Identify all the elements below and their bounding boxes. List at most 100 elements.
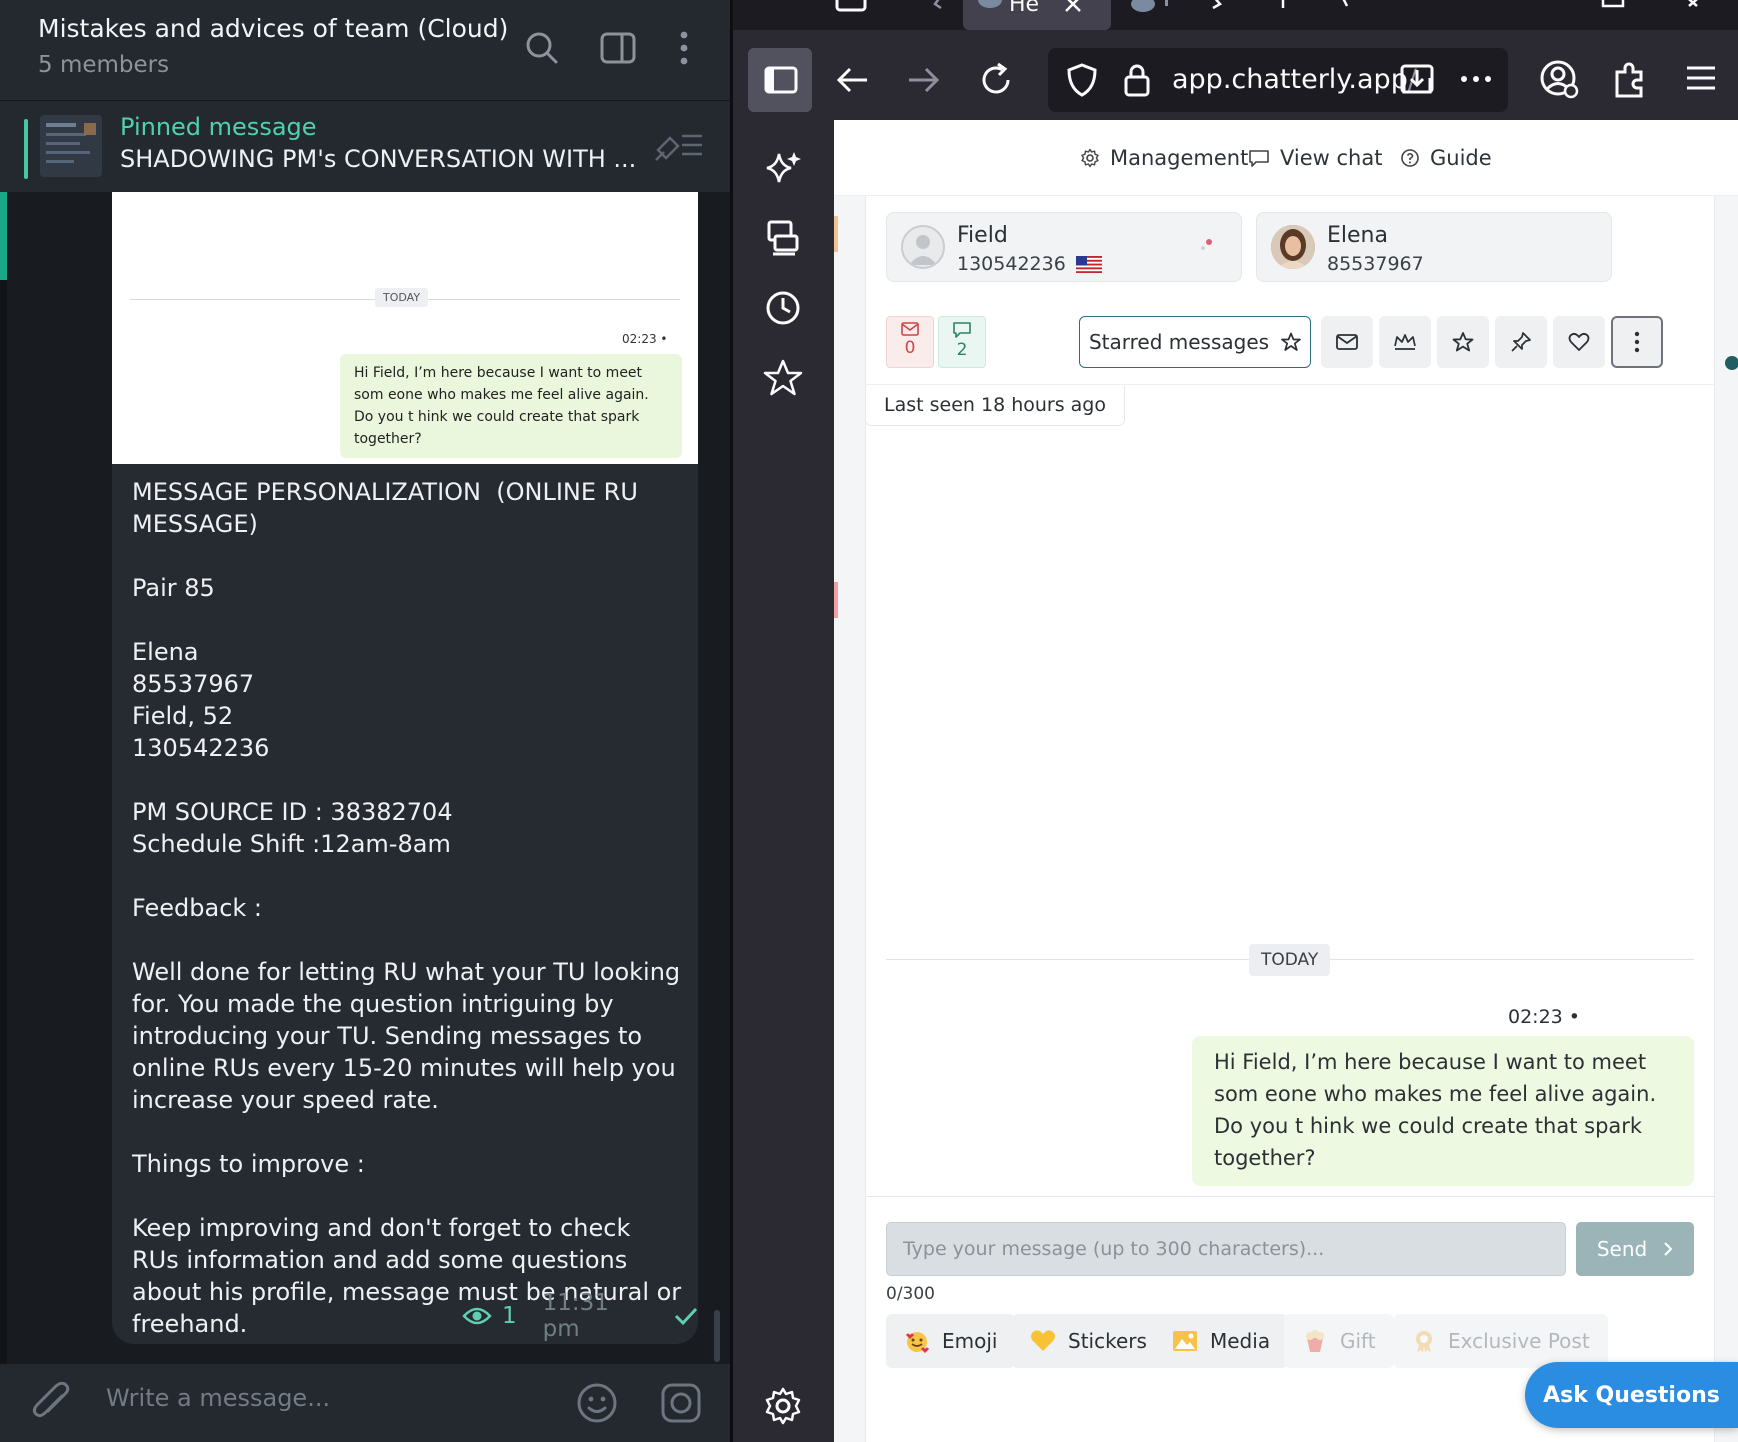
sidebar-toggle-button[interactable] — [748, 48, 812, 112]
scrollbar-thumb[interactable] — [714, 1310, 720, 1362]
chat-counter[interactable]: 2 — [938, 316, 986, 368]
more-options-button[interactable] — [1611, 316, 1663, 368]
tracking-shield-icon[interactable] — [1064, 62, 1100, 98]
left-panel-marker-2 — [834, 582, 838, 618]
message-text: MESSAGE PERSONALIZATION (ONLINE RU MESSA… — [132, 478, 682, 1338]
profile-id: 130542236 — [957, 253, 1066, 275]
member-count: 5 members — [38, 52, 170, 78]
attached-screenshot[interactable]: TODAY 02:23 • Hi Field, I’m here because… — [112, 192, 698, 464]
emoji-button[interactable]: Emoji — [886, 1314, 1016, 1368]
screenshot-today-label: TODAY — [375, 288, 429, 307]
vip-crown-button[interactable] — [1379, 316, 1431, 368]
message-meta: 1 11:31 pm — [462, 1290, 698, 1342]
help-circle-icon — [1400, 148, 1420, 168]
tab-list-icon[interactable] — [1335, 0, 1355, 30]
menu-guide[interactable]: Guide — [1400, 146, 1492, 170]
pin-button[interactable] — [1495, 316, 1547, 368]
extensions-icon[interactable] — [1609, 58, 1649, 100]
pinned-text: SHADOWING PM's CONVERSATION WITH ... — [120, 145, 637, 173]
tab-close-icon[interactable] — [1063, 0, 1083, 14]
web-page: Management View chat Guide Field 1305422… — [834, 120, 1738, 1442]
sidebar-toggle-icon[interactable] — [598, 28, 638, 68]
view-count: 1 — [502, 1303, 517, 1329]
pinned-message-bar[interactable]: Pinned message SHADOWING PM's CONVERSATI… — [0, 100, 730, 192]
chat-message-bubble[interactable]: Hi Field, I’m here because I want to mee… — [1192, 1036, 1694, 1186]
chat-header[interactable]: Mistakes and advices of team (Cloud) 5 m… — [0, 0, 730, 100]
rosette-badge-icon — [1412, 1329, 1436, 1353]
views-eye-icon — [462, 1306, 492, 1326]
us-flag-icon — [1075, 255, 1102, 273]
picture-icon — [1172, 1330, 1198, 1352]
emoji-icon[interactable] — [576, 1382, 618, 1424]
tab-scroll-right-icon[interactable] — [1203, 0, 1233, 30]
message-input[interactable]: Write a message... — [106, 1384, 330, 1412]
menu-management-label: Management — [1110, 146, 1249, 170]
page-actions-icon[interactable] — [1456, 60, 1496, 98]
screenshot-message: Hi Field, I’m here because I want to mee… — [340, 354, 682, 458]
history-clock-icon[interactable] — [763, 288, 803, 328]
search-icon[interactable] — [522, 28, 562, 68]
mail-button[interactable] — [1321, 316, 1373, 368]
media-button[interactable]: Media — [1154, 1314, 1289, 1368]
browser-sidebar — [733, 120, 834, 1442]
ask-questions-button[interactable]: Ask Questions — [1525, 1362, 1738, 1428]
media-label: Media — [1210, 1329, 1271, 1353]
starred-messages-label: Starred messages — [1088, 330, 1270, 354]
tab-favicon-icon — [977, 0, 1003, 10]
attach-paperclip-icon[interactable] — [32, 1382, 72, 1424]
window-close-icon[interactable] — [1673, 0, 1713, 30]
send-button[interactable]: Send — [1576, 1222, 1694, 1276]
screenshot-timestamp: 02:23 • — [622, 332, 668, 346]
pin-icon — [1511, 332, 1531, 352]
favorite-star-button[interactable] — [1437, 316, 1489, 368]
starred-messages-button[interactable]: Starred messages — [1079, 316, 1311, 368]
forward-arrow-icon[interactable] — [903, 60, 943, 100]
tab-second[interactable] — [1125, 0, 1185, 30]
like-heart-button[interactable] — [1553, 316, 1605, 368]
pinned-list-icon[interactable] — [652, 128, 704, 162]
mail-icon — [901, 322, 919, 336]
chat-count: 2 — [956, 340, 968, 360]
mail-count: 0 — [904, 338, 916, 358]
stickers-button[interactable]: Stickers — [1012, 1314, 1165, 1368]
window-maximize-icon[interactable] — [1593, 0, 1633, 30]
ai-sparkle-icon[interactable] — [763, 148, 803, 188]
more-menu-icon[interactable] — [664, 28, 704, 68]
message-bubble[interactable]: TODAY 02:23 • Hi Field, I’m here because… — [112, 192, 698, 1344]
gift-button[interactable]: Gift — [1284, 1314, 1394, 1368]
chat-title[interactable]: Mistakes and advices of team (Cloud) — [38, 14, 508, 43]
tab-scroll-left-icon[interactable] — [923, 0, 953, 30]
menu-management[interactable]: Management — [1080, 146, 1248, 170]
profile-name: Elena — [1327, 223, 1388, 248]
tab-active[interactable]: He — [963, 0, 1111, 30]
emoji-label: Emoji — [942, 1329, 998, 1353]
back-arrow-icon[interactable] — [833, 60, 873, 100]
profile-card-field[interactable]: Field 130542236 — [886, 212, 1242, 282]
url-text[interactable]: app.chatterly.app/ — [1172, 64, 1417, 95]
video-message-icon[interactable] — [660, 1382, 702, 1424]
bookmarks-star-icon[interactable] — [763, 358, 803, 398]
tab-overview-icon[interactable] — [833, 0, 869, 30]
url-bar[interactable]: app.chatterly.app/ — [1048, 48, 1508, 112]
compose-bar[interactable]: Write a message... — [0, 1364, 730, 1442]
exclusive-post-button[interactable]: Exclusive Post — [1394, 1314, 1608, 1368]
tab-strip: He — [733, 0, 1738, 30]
chat-icon — [953, 322, 971, 338]
account-icon[interactable] — [1538, 58, 1580, 100]
synced-tabs-icon[interactable] — [763, 218, 803, 258]
unread-mail-counter[interactable]: 0 — [886, 316, 934, 368]
profile-card-elena[interactable]: Elena 85537967 — [1256, 212, 1612, 282]
profile-id: 85537967 — [1327, 253, 1424, 275]
reload-icon[interactable] — [976, 60, 1016, 100]
pinned-indicator — [24, 119, 28, 179]
save-to-pocket-icon[interactable] — [1398, 60, 1436, 98]
default-avatar-icon — [901, 225, 945, 269]
yellow-heart-icon — [1030, 1329, 1056, 1353]
app-menu-icon[interactable] — [1683, 60, 1719, 96]
menu-view-chat[interactable]: View chat — [1248, 146, 1382, 170]
chat-bubble-icon — [1248, 148, 1270, 168]
lock-icon[interactable] — [1122, 62, 1152, 98]
sidebar-settings-gear-icon[interactable] — [763, 1386, 803, 1426]
menu-guide-label: Guide — [1430, 146, 1492, 170]
chat-message-input[interactable] — [886, 1222, 1566, 1276]
